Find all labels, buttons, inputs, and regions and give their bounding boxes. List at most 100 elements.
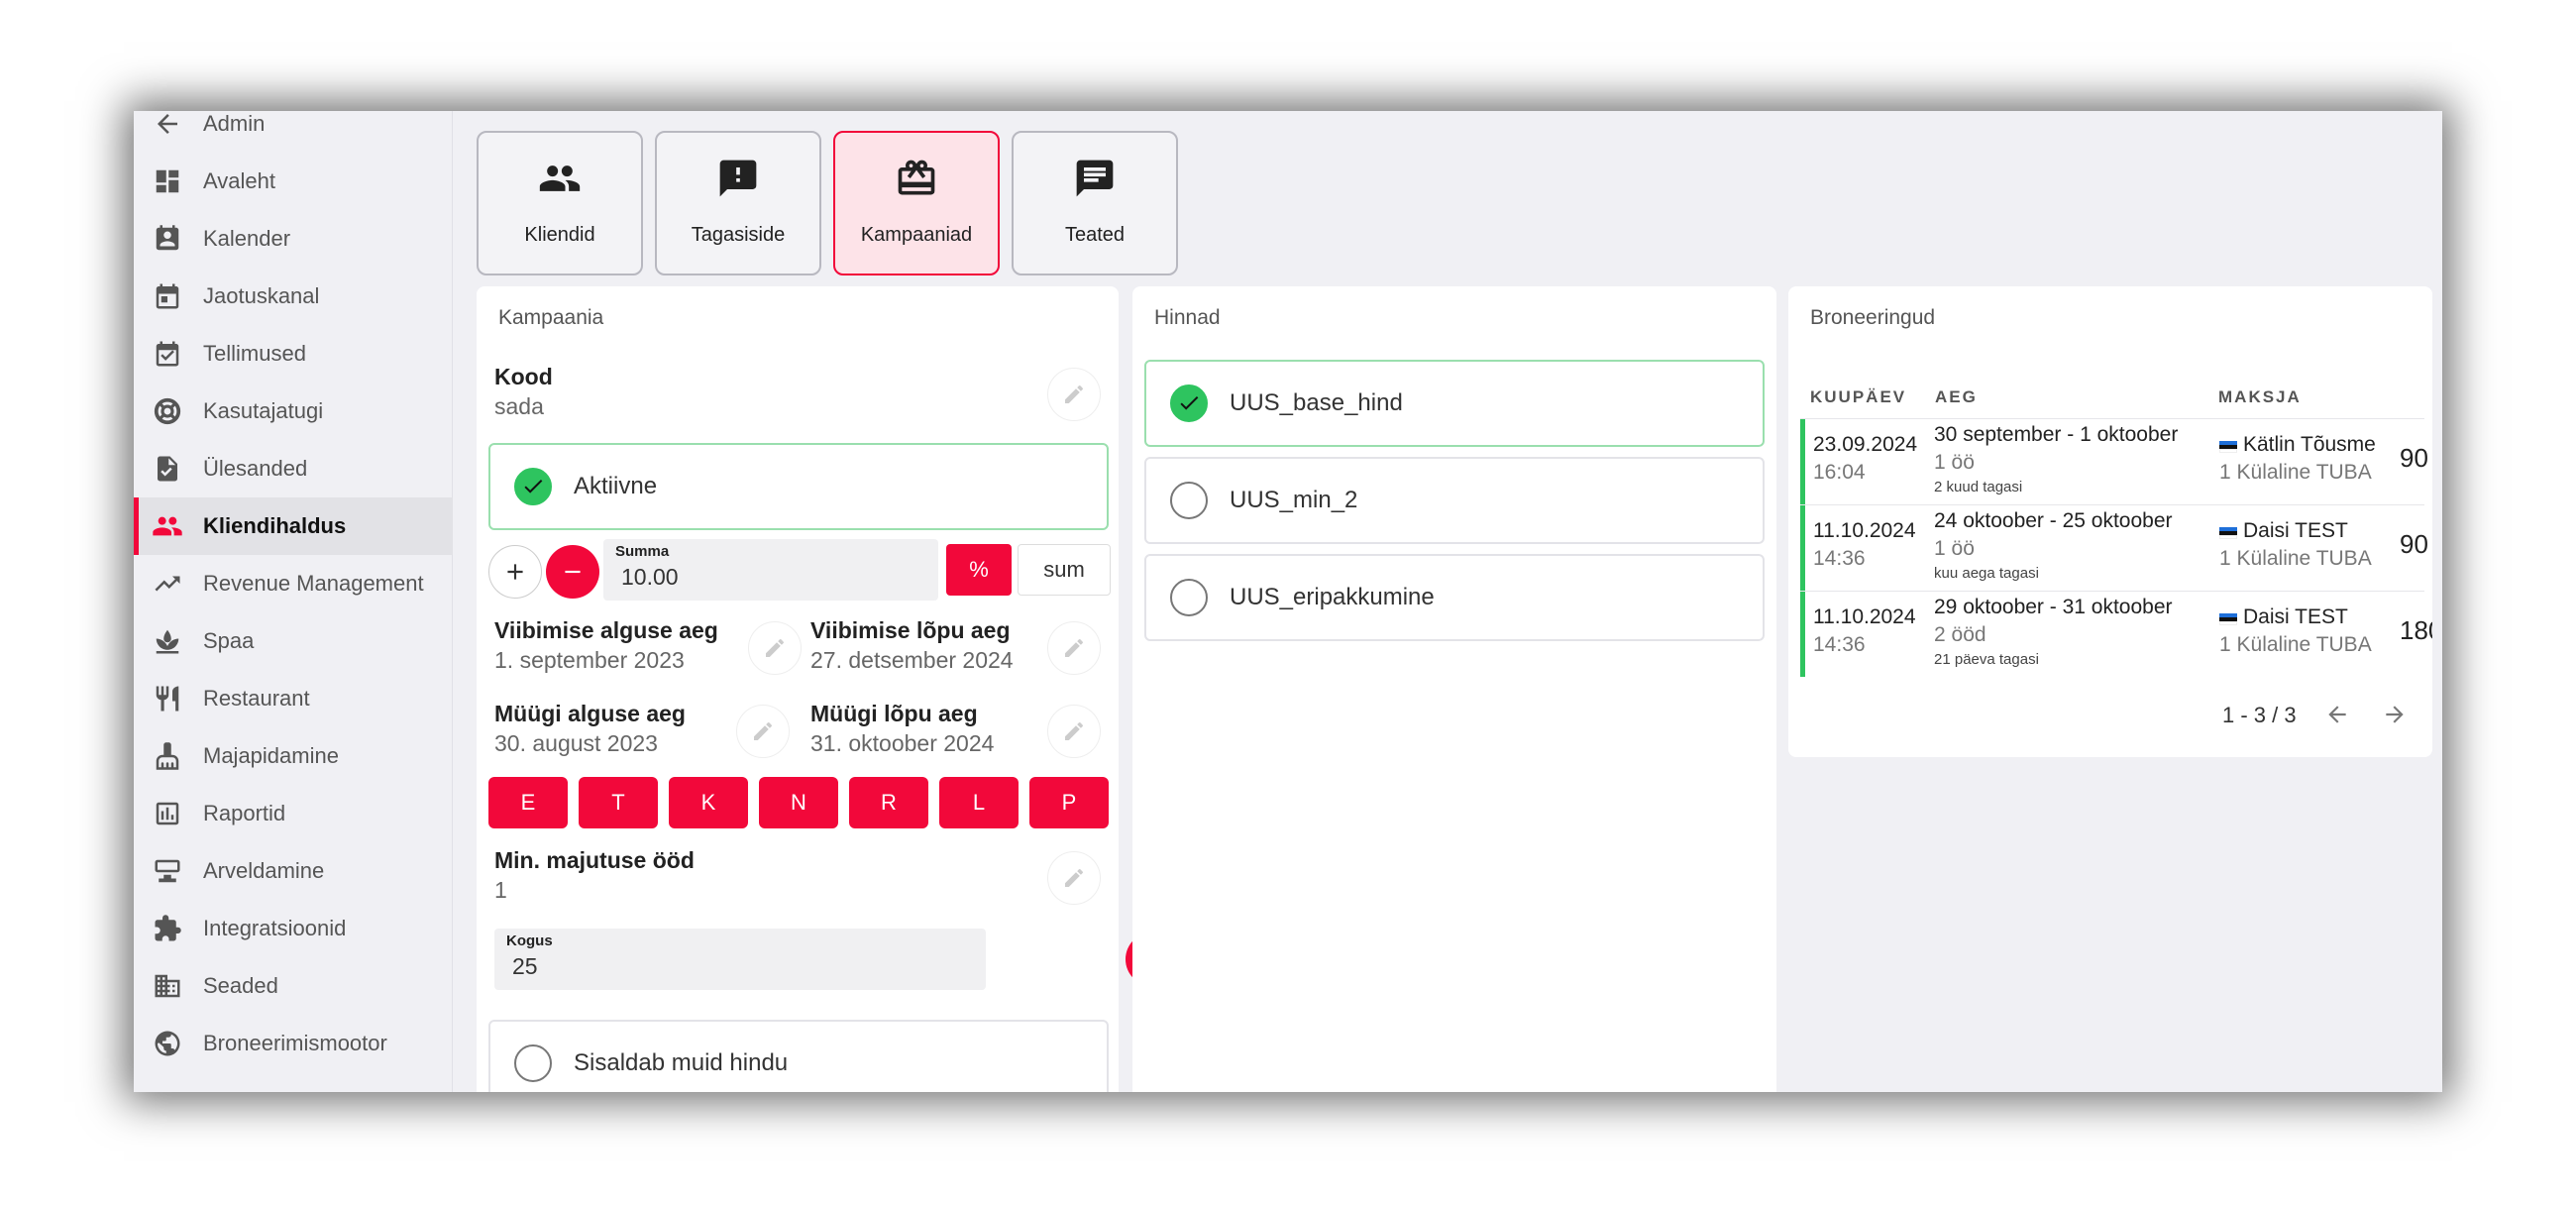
day-button-e[interactable]: E xyxy=(488,777,568,828)
check-circle-icon xyxy=(1170,384,1208,422)
sidebar-item-jaotuskanal[interactable]: Jaotuskanal xyxy=(134,268,453,325)
sidebar-item-restaurant[interactable]: Restaurant xyxy=(134,670,453,727)
sidebar-item-kasutajatugi[interactable]: Kasutajatugi xyxy=(134,383,453,440)
booking-clock: 14:36 xyxy=(1813,633,1866,656)
booking-payer: Daisi TEST xyxy=(2243,605,2348,628)
people-icon xyxy=(538,157,582,200)
price-label: UUS_min_2 xyxy=(1230,487,1358,513)
day-button-r[interactable]: R xyxy=(849,777,928,828)
edit-code-button[interactable] xyxy=(1047,368,1101,421)
plus-button[interactable] xyxy=(488,545,542,599)
sum-input-label: Summa xyxy=(615,543,670,560)
sidebar-item-label: Spaa xyxy=(203,628,255,653)
sidebar-item-integratsioonid[interactable]: Integratsioonid xyxy=(134,900,453,957)
tab-tagasiside[interactable]: Tagasiside xyxy=(655,131,821,275)
app-window: Admin Avaleht Kalender Jaotuskanal Telli… xyxy=(134,111,2442,1092)
day-button-n[interactable]: N xyxy=(759,777,838,828)
globe-icon xyxy=(152,1028,183,1059)
tab-kliendid[interactable]: Kliendid xyxy=(477,131,643,275)
sidebar-item-label: Revenue Management xyxy=(203,571,424,596)
column-header-date: KUUPÄEV xyxy=(1810,387,1907,406)
tab-kampaaniad[interactable]: Kampaaniad xyxy=(833,131,1000,275)
sidebar-item-spaa[interactable]: Spaa xyxy=(134,612,453,670)
edit-sale-start-button[interactable] xyxy=(736,705,790,758)
sum-toggle[interactable]: sum xyxy=(1018,544,1111,596)
min-nights-value: 1 xyxy=(494,877,507,903)
sidebar-item-tellimused[interactable]: Tellimused xyxy=(134,325,453,383)
day-button-p[interactable]: P xyxy=(1029,777,1109,828)
pencil-icon xyxy=(754,722,772,740)
active-checkbox[interactable]: Aktiivne xyxy=(488,443,1109,530)
booking-date: 23.09.2024 xyxy=(1813,433,1918,456)
booking-room: 1 Külaline TUBA xyxy=(2219,461,2372,484)
next-page-button[interactable] xyxy=(2377,697,2413,732)
task-icon xyxy=(152,453,183,485)
arrow-right-icon xyxy=(2386,706,2404,723)
pagination-label: 1 - 3 / 3 xyxy=(2222,703,2297,727)
minus-button[interactable] xyxy=(546,545,599,599)
sidebar-item-broneerimismootor[interactable]: Broneerimismootor xyxy=(134,1015,453,1072)
sidebar-item-raportid[interactable]: Raportid xyxy=(134,785,453,842)
booking-row[interactable]: 23.09.2024 16:04 30 september - 1 oktoob… xyxy=(1800,419,2428,504)
sidebar-item-revenue-management[interactable]: Revenue Management xyxy=(134,555,453,612)
booking-row[interactable]: 11.10.2024 14:36 29 oktoober - 31 oktoob… xyxy=(1800,592,2432,677)
sidebar-item-label: Tellimused xyxy=(203,341,306,366)
day-button-t[interactable]: T xyxy=(579,777,658,828)
includes-other-checkbox[interactable]: Sisaldab muid hindu xyxy=(488,1020,1109,1092)
quantity-input-value: 25 xyxy=(512,953,538,979)
sidebar-item-seaded[interactable]: Seaded xyxy=(134,957,453,1015)
dashboard-icon xyxy=(152,165,183,197)
booking-date: 11.10.2024 xyxy=(1813,605,1916,628)
sidebar-item-majapidamine[interactable]: Majapidamine xyxy=(134,727,453,785)
edit-min-nights-button[interactable] xyxy=(1047,851,1101,905)
back-label: Admin xyxy=(203,111,266,136)
edit-sale-end-button[interactable] xyxy=(1047,705,1101,758)
quantity-input[interactable]: Kogus 25 xyxy=(494,929,986,990)
back-to-admin[interactable]: Admin xyxy=(134,111,453,153)
sidebar-item-label: Kalender xyxy=(203,226,291,251)
sidebar-item-ulesanded[interactable]: Ülesanded xyxy=(134,440,453,497)
sidebar-item-kalender[interactable]: Kalender xyxy=(134,210,453,268)
sum-input[interactable]: Summa 10.00 xyxy=(603,539,938,601)
price-item[interactable]: UUS_min_2 xyxy=(1144,457,1765,544)
feedback-icon xyxy=(716,157,760,200)
percent-toggle[interactable]: % xyxy=(946,544,1012,596)
minus-icon xyxy=(565,570,581,574)
sale-start-label: Müügi alguse aeg xyxy=(494,701,686,726)
tab-label: Kliendid xyxy=(524,224,595,246)
sidebar-item-avaleht[interactable]: Avaleht xyxy=(134,153,453,210)
sale-end-value: 31. oktoober 2024 xyxy=(810,730,995,756)
sale-start-value: 30. august 2023 xyxy=(494,730,658,756)
sidebar-item-kliendihaldus[interactable]: Kliendihaldus xyxy=(134,497,453,555)
booking-nights: 1 öö xyxy=(1934,451,1975,474)
bookings-panel: Broneeringud KUUPÄEV AEG MAKSJA 23.09.20… xyxy=(1788,286,2432,757)
booking-range: 24 oktoober - 25 oktoober xyxy=(1934,509,2173,532)
booking-room: 1 Külaline TUBA xyxy=(2219,633,2372,656)
edit-stay-end-button[interactable] xyxy=(1047,621,1101,675)
pencil-icon xyxy=(1065,639,1083,657)
edit-stay-start-button[interactable] xyxy=(748,621,802,675)
day-button-k[interactable]: K xyxy=(669,777,748,828)
booking-row[interactable]: 11.10.2024 14:36 24 oktoober - 25 oktoob… xyxy=(1800,505,2428,591)
campaign-panel: Kampaania Kood sada Aktiivne Summa 10.00… xyxy=(477,286,1239,1092)
day-button-l[interactable]: L xyxy=(939,777,1019,828)
estonia-flag-icon xyxy=(2219,613,2237,625)
price-item[interactable]: UUS_eripakkumine xyxy=(1144,554,1765,641)
price-label: UUS_base_hind xyxy=(1230,389,1403,416)
cleaning-icon xyxy=(152,740,183,772)
sidebar: Admin Avaleht Kalender Jaotuskanal Telli… xyxy=(134,111,453,1092)
building-icon xyxy=(152,970,183,1002)
booking-range: 29 oktoober - 31 oktoober xyxy=(1934,596,2173,618)
spa-icon xyxy=(152,625,183,657)
includes-other-label: Sisaldab muid hindu xyxy=(574,1049,789,1076)
quantity-input-label: Kogus xyxy=(506,933,553,949)
sidebar-item-label: Broneerimismootor xyxy=(203,1031,387,1055)
check-circle-icon xyxy=(514,468,552,505)
pencil-icon xyxy=(1065,722,1083,740)
previous-page-button[interactable] xyxy=(2319,697,2355,732)
price-item[interactable]: UUS_base_hind xyxy=(1144,360,1765,447)
sidebar-item-arveldamine[interactable]: Arveldamine xyxy=(134,842,453,900)
sidebar-item-label: Kliendihaldus xyxy=(203,513,347,538)
pencil-icon xyxy=(1065,385,1083,403)
tab-teated[interactable]: Teated xyxy=(1012,131,1178,275)
